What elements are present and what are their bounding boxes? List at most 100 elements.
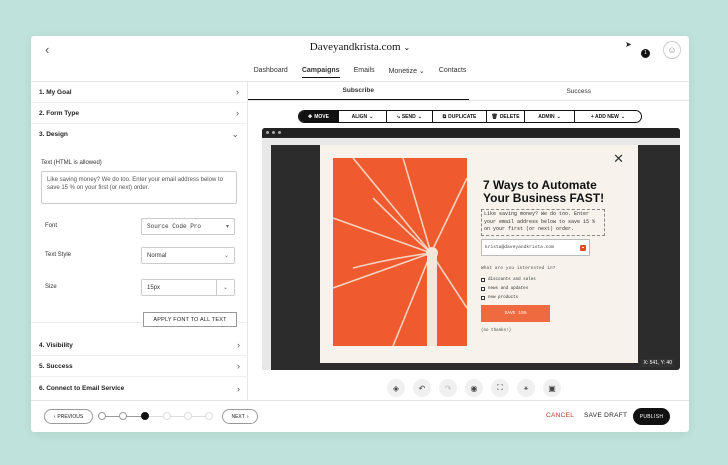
section-success[interactable]: 5. Success › [31,356,248,377]
admin-button[interactable]: ADMIN ⌄ [525,111,575,122]
arrow-right-icon: › [246,413,249,420]
popup-no-thanks-link[interactable]: (no thanks!) [481,329,511,333]
duplicate-label: DUPLICATE [448,113,477,120]
popup-body-text[interactable]: Like saving money? We do too. Enter your… [481,209,605,236]
step-2[interactable] [119,412,127,420]
move-label: MOVE [314,113,329,120]
user-avatar[interactable]: ☺ [663,41,681,59]
delete-label: DELETE [499,113,520,120]
top-bar: ‹ Daveyandkrista.com ⌄ Dashboard Campaign… [31,36,689,82]
section-label: 2. Form Type [39,109,79,117]
section-my-goal[interactable]: 1. My Goal › [31,82,247,103]
undo-icon[interactable]: ↶ [413,379,431,397]
section-connect-email[interactable]: 6. Connect to Email Service › [31,378,248,399]
email-value: krista@daveyandkrista.com [485,245,554,250]
delete-button[interactable]: 🗑 DELETE [487,111,525,122]
close-icon[interactable]: ✕ [613,151,624,167]
section-label: 3. Design [39,131,68,138]
chevron-down-icon: ⌄ [369,113,374,120]
preview-eye-icon[interactable]: ◉ [465,379,483,397]
tab-success[interactable]: Success [469,82,690,100]
section-form-type[interactable]: 2. Form Type › [31,103,247,124]
section-design[interactable]: 3. Design ⌄ [31,124,247,145]
chevron-down-icon: ⌄ [556,113,561,120]
text-style-label: Text Style [45,252,72,258]
popup-headline[interactable]: 7 Ways to Automate Your Business FAST! [483,179,623,204]
chevron-down-icon[interactable]: ⌄ [216,280,234,295]
checkbox[interactable] [481,278,485,282]
send-label: SEND [401,113,416,120]
duplicate-button[interactable]: ⧉ DUPLICATE [433,111,487,122]
app-window: ‹ Daveyandkrista.com ⌄ Dashboard Campaign… [31,36,689,432]
popup-save-button[interactable]: SAVE 15% [481,305,550,322]
layers-icon[interactable]: ◈ [387,379,405,397]
notification-badge[interactable]: 1 [641,49,650,58]
horizontal-ruler[interactable] [271,138,680,145]
move-icon: ✥ [308,113,313,120]
fit-screen-icon[interactable]: ⛶ [491,379,509,397]
chevron-right-icon: › [237,361,240,371]
canvas-actions: ◈ ↶ ↷ ◉ ⛶ ⚹ ▣ [387,379,561,397]
popup-text-input[interactable]: Like saving money? We do too. Enter your… [41,171,237,204]
arrow-left-icon: ‹ [53,413,56,420]
nav-monetize-label: Monetize [388,68,417,75]
vertical-ruler[interactable] [262,138,271,370]
share-icon[interactable]: ⚹ [517,379,535,397]
site-selector[interactable]: Daveyandkrista.com ⌄ [31,41,689,53]
popup-preview[interactable]: ✕ 7 Ways to Automate Your Business FAST!… [320,145,638,363]
umbrella-image[interactable] [333,158,467,346]
redo-icon[interactable]: ↷ [439,379,457,397]
trash-icon: 🗑 [491,113,498,120]
size-label: Size [45,284,57,290]
publish-button[interactable]: PUBLISH [633,408,670,425]
text-style-select[interactable]: Normal ⌄ [141,247,235,264]
nav-dashboard[interactable]: Dashboard [254,67,288,78]
cancel-button[interactable]: CANCEL [546,412,574,419]
progress-stepper [98,410,213,422]
step-6[interactable] [205,412,213,420]
chevron-down-icon: ⌄ [231,129,239,139]
section-label: 4. Visibility [39,341,73,349]
align-button[interactable]: ALIGN ⌄ [339,111,387,122]
popup-email-field[interactable]: krista@daveyandkrista.com ▬ [481,239,590,256]
site-title: Daveyandkrista.com [309,41,401,53]
window-dot [278,131,281,134]
nav-monetize[interactable]: Monetize ⌄ [389,67,425,78]
font-select[interactable]: Source Code Pro ▾ [141,218,235,235]
align-label: ALIGN [351,113,368,120]
save-icon[interactable]: ▣ [543,379,561,397]
checkbox[interactable] [481,287,485,291]
duplicate-icon: ⧉ [442,113,447,120]
nav-emails[interactable]: Emails [354,67,375,78]
previous-button[interactable]: ‹ PREVIOUS [44,409,93,424]
interest-label: What are you interested in? [481,266,556,271]
add-new-button[interactable]: + ADD NEW ⌄ [575,111,641,122]
design-canvas[interactable]: ✕ 7 Ways to Automate Your Business FAST!… [262,128,680,370]
cursor-coordinates: X: 541, Y: 40 [641,359,674,367]
section-visibility[interactable]: 4. Visibility › [31,335,248,356]
save-draft-button[interactable]: SAVE DRAFT [584,412,627,419]
size-value: 15px [147,284,161,291]
nav-contacts[interactable]: Contacts [439,67,467,78]
step-5[interactable] [184,412,192,420]
main-nav: Dashboard Campaigns Emails Monetize ⌄ Co… [31,67,689,78]
option-discounts[interactable]: discounts and sales [481,278,536,282]
user-icon: ☺ [667,45,677,55]
step-3[interactable] [141,412,149,420]
size-select[interactable]: 15px ⌄ [141,279,235,296]
next-button[interactable]: NEXT › [222,409,258,424]
send-icon: ⤷ [397,113,400,120]
option-news[interactable]: news and updates [481,287,528,291]
send-button[interactable]: ⤷ SEND ⌄ [387,111,433,122]
chevron-down-icon: ⌄ [417,113,422,120]
nav-campaigns[interactable]: Campaigns [301,67,340,78]
step-4[interactable] [163,412,171,420]
step-1[interactable] [98,412,106,420]
checkbox[interactable] [481,296,485,300]
section-label: 6. Connect to Email Service [39,385,125,392]
field-badge-icon: ▬ [579,244,586,251]
move-button[interactable]: ✥ MOVE [299,111,339,122]
tab-subscribe[interactable]: Subscribe [248,82,469,100]
apply-font-button[interactable]: APPLY FONT TO ALL TEXT [143,312,237,327]
option-products[interactable]: new products [481,296,518,300]
